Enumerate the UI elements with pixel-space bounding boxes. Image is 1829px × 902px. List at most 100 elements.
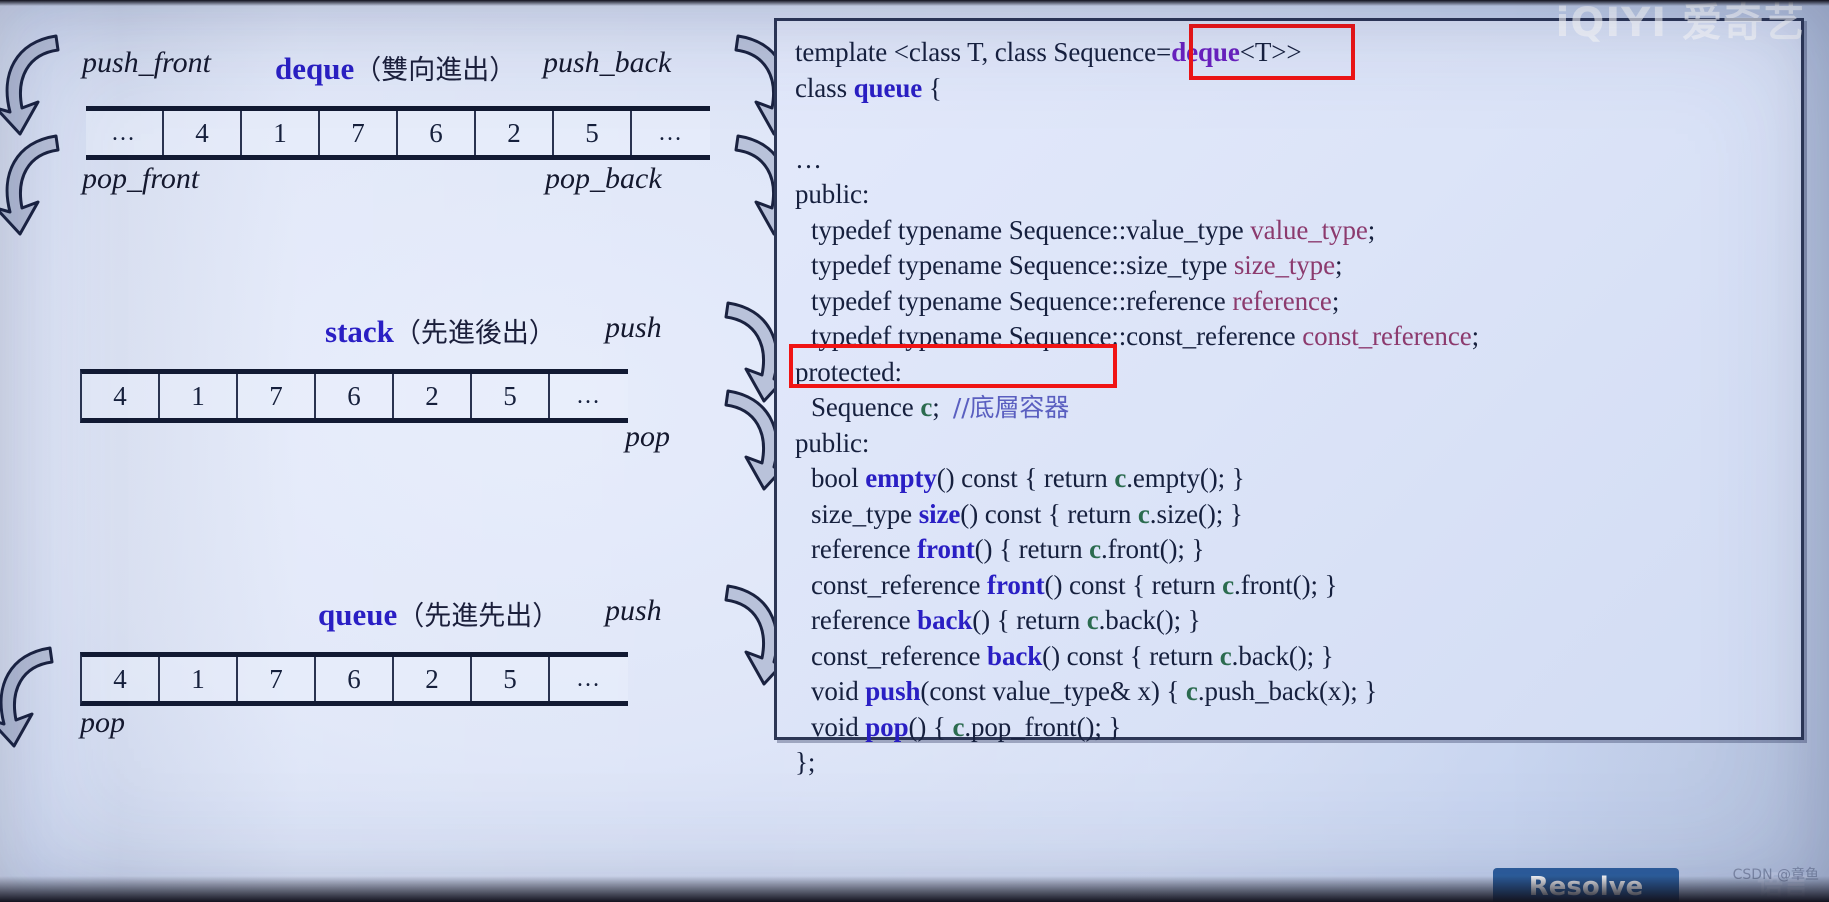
code-line: … [795, 142, 1791, 178]
code-token: back [987, 640, 1043, 671]
deque-cells: … 4 1 7 6 2 5 … [86, 106, 710, 160]
bottom-letterbox [0, 876, 1829, 902]
code-line: typedef typename Sequence::const_referen… [795, 319, 1791, 355]
code-token: { [922, 72, 942, 103]
code-token: typedef typename Sequence::size_type [811, 250, 1234, 280]
code-line: typedef typename Sequence::size_type siz… [795, 248, 1791, 284]
code-token: value_type [1250, 214, 1368, 245]
code-token: () { [908, 711, 953, 742]
queue-cell: 4 [82, 657, 160, 701]
stack-cell: 4 [82, 374, 160, 418]
code-token: reference [1232, 285, 1332, 316]
deque-push-back-label: push_back [543, 46, 672, 79]
code-token: c [1137, 498, 1150, 529]
queue-cjk-note: （先進先出） [397, 601, 560, 632]
code-token: c [1089, 534, 1102, 564]
stack-cell: 7 [238, 374, 316, 418]
code-token: reference [811, 534, 918, 564]
code-token: () const { return [1044, 569, 1223, 600]
deque-cjk-note: （雙向進出） [354, 55, 517, 86]
code-token: c [920, 392, 933, 422]
queue-cell: 1 [160, 657, 238, 701]
queue-cell: 7 [238, 657, 316, 701]
code-token: typedef typename Sequence::const_referen… [811, 321, 1303, 351]
code-token: pop [865, 711, 909, 742]
queue-keyword: queue [318, 597, 398, 632]
code-token: class [795, 72, 854, 103]
code-line: void pop() { c.pop_front(); } [795, 710, 1791, 746]
code-token: .back(); } [1231, 640, 1334, 671]
code-token: c [1222, 569, 1235, 600]
deque-cell: 7 [320, 111, 398, 155]
code-token: public: [795, 427, 870, 458]
code-token: void [811, 676, 866, 706]
code-token: front [987, 569, 1045, 600]
code-token: c [1185, 676, 1198, 706]
code-token: deque [1171, 37, 1240, 67]
code-token: size_type [811, 498, 919, 529]
deque-title: deque（雙向進出） [275, 48, 516, 87]
queue-cell: 2 [394, 657, 472, 701]
stack-cell: 1 [160, 374, 238, 418]
code-token: typedef typename Sequence::value_type [811, 214, 1251, 245]
deque-push-front-label: push_front [82, 46, 211, 79]
queue-pop-label: pop [80, 706, 125, 739]
code-token: const_reference [811, 640, 988, 671]
code-line: reference front() { return c.front(); } [795, 532, 1791, 568]
code-token: ; [932, 392, 953, 422]
deque-pop-back-label: pop_back [545, 162, 662, 195]
code-token: () const { return [936, 463, 1115, 493]
code-token: .size(); } [1149, 498, 1243, 529]
code-line: }; [795, 745, 1791, 781]
code-token: ; [1471, 321, 1480, 351]
stack-pop-label: pop [625, 420, 670, 453]
queue-push-label: push [605, 594, 662, 627]
code-token: .back(); } [1098, 605, 1201, 635]
code-token: c [1114, 463, 1127, 493]
stack-cells: 4 1 7 6 2 5 … [80, 369, 628, 423]
code-line: reference back() { return c.back(); } [795, 603, 1791, 639]
code-token: <T>> [1239, 37, 1302, 67]
code-token: Sequence [811, 392, 921, 422]
code-token: ; [1334, 250, 1343, 280]
code-line: template <class T, class Sequence=deque<… [795, 35, 1791, 71]
stack-diagram: stack（先進後出） push 4 1 7 6 2 5 … pop [0, 295, 790, 491]
stack-cjk-note: （先進後出） [393, 318, 556, 349]
queue-cell: 6 [316, 657, 394, 701]
code-token: … [795, 143, 824, 174]
bottom-cjk-watermark: 语言 [1756, 871, 1809, 901]
code-line: class queue { [795, 71, 1791, 107]
code-token: template <class T, class Sequence= [795, 37, 1172, 67]
code-listing: template <class T, class Sequence=deque<… [795, 35, 1791, 781]
code-line: const_reference front() const { return c… [795, 568, 1791, 604]
csdn-watermark: CSDN @章鱼 [1732, 867, 1819, 883]
code-token: c [1086, 605, 1099, 635]
queue-title: queue（先進先出） [318, 594, 559, 633]
code-line: typedef typename Sequence::value_type va… [795, 213, 1791, 249]
stack-keyword: stack [325, 314, 394, 349]
deque-cell: … [658, 120, 684, 146]
queue-cell: … [576, 666, 602, 692]
code-token: typedef typename Sequence::reference [811, 285, 1233, 316]
code-token: push [865, 676, 921, 706]
code-token: (const value_type& x) { [920, 676, 1186, 706]
queue-cell: 5 [472, 657, 550, 701]
code-token: () { return [972, 605, 1087, 635]
code-token: const_reference [1302, 321, 1472, 351]
code-token: reference [811, 605, 918, 635]
deque-cell: 2 [476, 111, 554, 155]
slide-canvas: push_front deque（雙向進出） push_back … 4 1 7… [0, 0, 1829, 902]
code-line: typedef typename Sequence::reference ref… [795, 284, 1791, 320]
deque-cell: 5 [554, 111, 632, 155]
stack-push-label: push [605, 311, 662, 344]
deque-cell: 1 [242, 111, 320, 155]
code-token: const_reference [811, 569, 988, 600]
code-line: protected: [795, 355, 1791, 391]
stack-cell: … [576, 383, 602, 409]
code-line: bool empty() const { return c.empty(); } [795, 461, 1791, 497]
code-panel: template <class T, class Sequence=deque<… [774, 18, 1804, 777]
code-token: .front(); } [1101, 534, 1205, 564]
code-token: empty [865, 463, 937, 493]
code-line: public: [795, 177, 1791, 213]
